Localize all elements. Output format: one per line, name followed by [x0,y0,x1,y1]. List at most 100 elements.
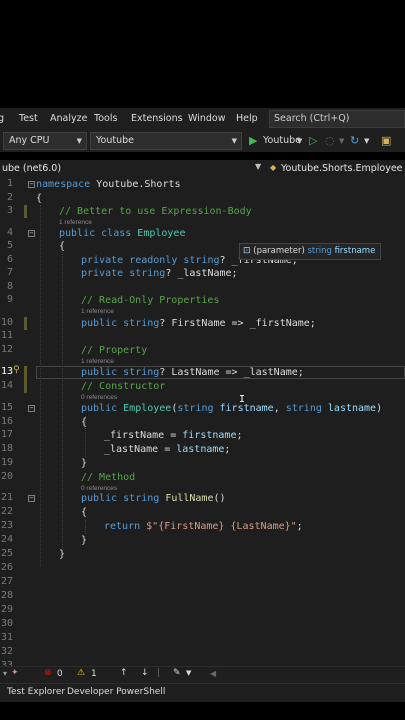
project-scope-dropdown[interactable]: ube (net6.0) [2,163,61,174]
tab-test-explorer[interactable]: Test Explorer [7,687,65,697]
field-name: _lastName [104,444,159,455]
code-line-16: { [81,417,88,428]
code-line-7: private string? _lastName; [81,267,238,280]
menu-item-window[interactable]: Window [188,113,225,124]
arrow-up-icon[interactable]: ↑ [120,668,128,678]
code-line-25: } [59,549,66,560]
folder-icon[interactable]: ▣ [381,133,391,149]
line-number: 28 [0,590,13,601]
collapse-toggle-icon[interactable]: − [28,405,35,412]
line-number: 7 [6,267,13,278]
collapse-toggle-icon[interactable]: − [28,495,35,502]
platform-dropdown[interactable]: Any CPU ▼ [3,132,87,150]
codelens-references[interactable]: 1 reference [59,219,92,226]
codelens-references[interactable]: 1 reference [81,358,114,365]
chevron-down-icon[interactable]: ▼ [339,133,344,149]
class-name: Employee [137,228,186,239]
startup-project-value: Youtube [96,135,134,146]
play-icon[interactable]: ▶ [249,133,257,149]
parameter-name: firstname [182,430,237,441]
keyword: public [81,493,118,504]
code-line-13: public string? LastName => _lastName; [81,366,304,379]
error-icon[interactable]: ⊗ [44,668,52,678]
line-number: 9 [6,294,13,305]
line-number: 15 [0,402,13,413]
chevron-down-icon[interactable]: ▼ [186,669,191,677]
chevron-down-icon: ▼ [76,137,82,145]
menu-item-debug[interactable]: g [0,113,4,124]
keyword: private [81,255,124,266]
tooltip-type: string [307,246,332,256]
startup-project-dropdown[interactable]: Youtube ▼ [90,132,242,150]
collapse-toggle-icon[interactable]: − [28,181,35,188]
text-cursor-icon: I [239,394,246,405]
line-number: 2 [6,192,13,203]
scroll-left-icon[interactable]: ◀ [210,669,216,678]
search-input[interactable]: Search (Ctrl+Q) [269,110,405,128]
chevron-down-icon[interactable]: ▼ [364,133,369,149]
codelens-references[interactable]: 0 references [81,485,117,492]
punctuation: ) [376,403,383,414]
line-number: 14 [0,380,13,391]
tab-developer-powershell[interactable]: Developer PowerShell [67,687,165,697]
error-count: 0 [57,669,63,679]
refresh-icon[interactable]: ↻ [350,133,359,149]
chevron-down-icon[interactable]: ▼ [297,133,302,149]
editor-status-bar: ▾ ✦ ⊗ 0 ⚠ 1 ↑ ↓ | ✎ ▼ ◀ [0,666,405,684]
code-text-rest: ? FirstName => _firstName; [159,318,316,329]
type-scope-dropdown[interactable]: Youtube.Shorts.Employee [281,163,403,174]
line-number: 11 [0,330,13,341]
code-line-3-comment: // Better to use Expression-Body [59,206,252,217]
constructor-name: Employee [123,403,172,414]
code-line-5: { [59,241,66,252]
code-line-23: return $"{FirstName} {LastName}"; [104,520,303,533]
zoom-chevron-icon[interactable]: ▾ [3,669,7,678]
line-number: 30 [0,618,13,629]
start-without-debugging-icon[interactable]: ▷ [309,133,317,149]
code-line-15: public Employee(string firstname, string… [81,402,382,415]
bottom-tool-tabs: Test Explorer Developer PowerShell [0,683,405,702]
tooltip-kind: (parameter) [253,246,305,256]
brush-icon[interactable]: ✎ [173,668,181,678]
line-number: 18 [0,443,13,454]
line-number-gutter: 1 2 3 4 5 6 7 8 9 10 11 12 13 14 15 16 1… [0,178,30,668]
warning-icon[interactable]: ⚠ [77,668,85,678]
hot-reload-icon[interactable]: ◌ [325,133,335,149]
code-line-21: public string FullName() [81,492,226,505]
menu-item-tools[interactable]: Tools [94,113,117,124]
code-line-17: _firstName = firstname; [104,429,243,442]
parameter-name: lastname [176,444,225,455]
run-target-label[interactable]: Youtube [263,133,301,149]
quick-actions-lightbulb-icon[interactable]: ⚲ [13,365,20,375]
platform-value: Any CPU [9,135,50,146]
line-number: 24 [0,534,13,545]
line-number: 3 [6,205,13,216]
warning-count: 1 [91,669,97,679]
menu-bar: g Test Analyze Tools Extensions Window H… [0,108,405,130]
code-line-12-comment: // Property [81,345,148,356]
parameter-name: lastname [327,403,377,414]
code-line-20-comment: // Method [81,472,136,483]
line-number: 16 [0,416,13,427]
codelens-references[interactable]: 0 references [81,394,117,401]
keyword: class [101,228,132,239]
code-line-14-comment: // Constructor [81,381,166,392]
menu-item-extensions[interactable]: Extensions [131,113,183,124]
line-number: 5 [6,240,13,251]
chevron-down-icon[interactable]: ▼ [255,162,261,171]
arrow-down-icon[interactable]: ↓ [141,668,149,678]
change-indicator [24,366,27,393]
separator: | [157,668,161,678]
copilot-icon[interactable]: ✦ [11,668,19,678]
change-indicator [24,317,27,330]
codelens-references[interactable]: 1 reference [81,308,114,315]
collapse-toggle-icon[interactable]: − [28,230,35,237]
code-line-4: public class Employee [59,227,185,240]
menu-item-help[interactable]: Help [236,113,258,124]
punctuation: ; [236,430,243,441]
string-literal: $"{FirstName} {LastName}" [146,521,297,532]
menu-item-test[interactable]: Test [19,113,38,124]
code-line-22: { [81,507,88,518]
menu-item-analyze[interactable]: Analyze [50,113,87,124]
parameter-name: firstname [219,403,274,414]
